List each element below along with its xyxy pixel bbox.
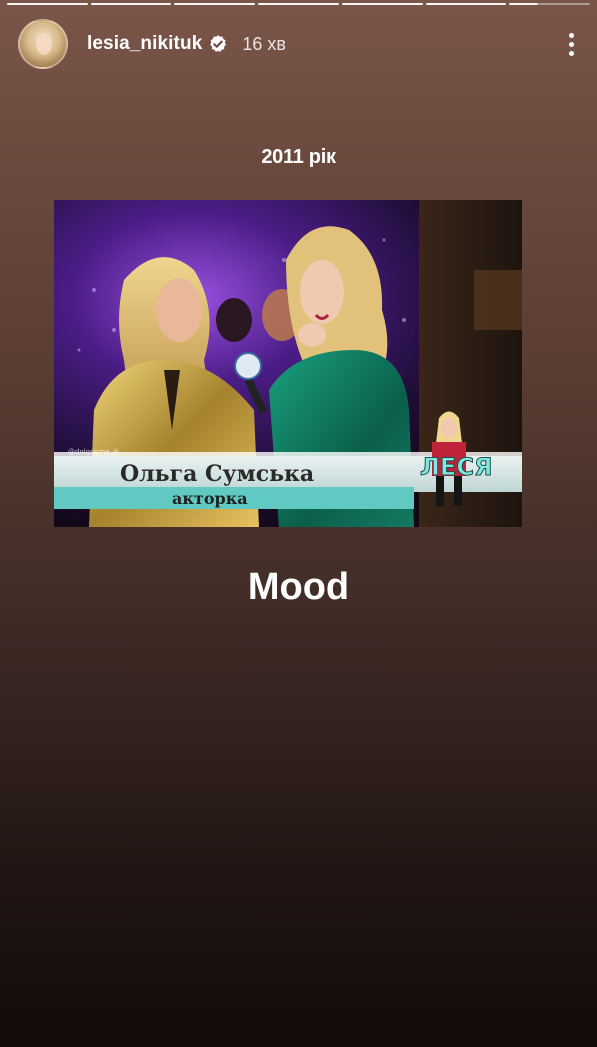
caption-year: 2011 рік: [261, 146, 336, 168]
verified-badge-icon: [208, 34, 228, 54]
story-photo[interactable]: Ольга Сумська акторка @dolgrisme_ik ЛЕСЯ: [54, 200, 522, 527]
progress-segment-current: [509, 3, 591, 5]
username[interactable]: lesia_nikituk: [87, 33, 202, 55]
progress-segment: [425, 3, 507, 5]
story-progress-bar: [7, 3, 591, 5]
story-header: lesia_nikituk 16 хв: [18, 18, 579, 70]
progress-segment: [174, 3, 256, 5]
post-time: 16 хв: [242, 33, 286, 54]
progress-segment: [341, 3, 423, 5]
lower-third-role: акторка: [172, 489, 248, 508]
caption-mood: Mood: [247, 566, 350, 608]
progress-segment: [258, 3, 339, 5]
photo-watermark: @dolgrisme_ik: [68, 448, 120, 456]
show-logo-text: ЛЕСЯ: [420, 453, 492, 481]
avatar[interactable]: [18, 19, 68, 69]
progress-segment: [90, 3, 172, 5]
more-options-icon[interactable]: [563, 29, 579, 59]
lower-third-name: Ольга Сумська: [120, 461, 314, 487]
progress-segment: [7, 3, 88, 5]
